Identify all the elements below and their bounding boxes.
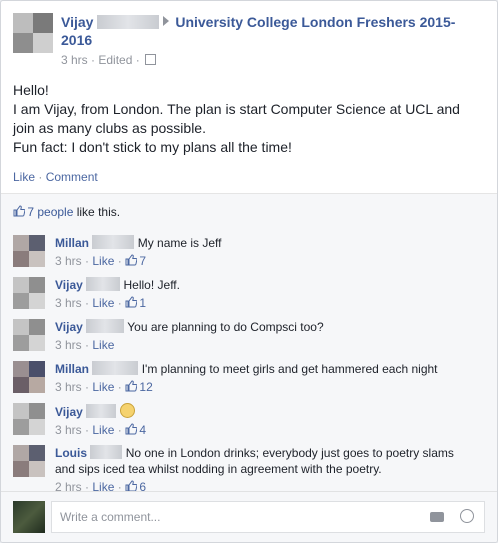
thumbs-up-icon <box>125 380 138 392</box>
comment-time[interactable]: 3 hrs <box>55 338 82 352</box>
post-body: Hello! I am Vijay, from London. The plan… <box>13 81 483 157</box>
header-text: Vijay University College London Freshers… <box>61 13 481 67</box>
blurred-surname <box>97 15 160 29</box>
thumbs-up-icon <box>13 205 26 217</box>
comment-avatar[interactable] <box>13 277 45 309</box>
comment-like-button[interactable]: Like <box>92 380 114 394</box>
blurred-surname <box>92 361 139 375</box>
comment-text: My name is Jeff <box>137 236 222 250</box>
edited-label[interactable]: Edited <box>98 53 132 67</box>
comment-body: Millan I'm planning to meet girls and ge… <box>55 361 475 395</box>
action-sep: · <box>35 170 46 184</box>
post-time[interactable]: 3 hrs <box>61 53 88 67</box>
comment-like-count[interactable]: 4 <box>139 423 146 437</box>
likes-suffix: like this. <box>73 205 121 219</box>
comment-meta: 3 hrs · Like · 12 <box>55 380 153 394</box>
comment-time[interactable]: 3 hrs <box>55 423 82 437</box>
comment-meta: 3 hrs · Like <box>55 338 115 352</box>
comment-avatar[interactable] <box>13 403 45 435</box>
comment-meta: 3 hrs · Like · 1 <box>55 296 147 310</box>
meta-sep: · <box>135 53 140 67</box>
comment-avatar[interactable] <box>13 361 45 393</box>
post-body-line: I am Vijay, from London. The plan is sta… <box>13 101 460 136</box>
blurred-surname <box>86 319 125 333</box>
comment-meta: 3 hrs · Like · 4 <box>55 423 147 437</box>
comment-author[interactable]: Millan <box>55 362 89 376</box>
post-body-line: Hello! <box>13 82 49 98</box>
comment-placeholder: Write a comment... <box>60 510 161 524</box>
likes-bar: 7 people like this. <box>1 193 497 231</box>
camera-icon[interactable] <box>430 512 444 522</box>
blurred-surname <box>90 445 123 459</box>
blurred-surname <box>92 235 135 249</box>
post-actions: Like · Comment <box>13 170 98 184</box>
likers-link[interactable]: 7 people <box>27 205 73 219</box>
post-meta: 3 hrs · Edited · <box>61 53 481 67</box>
like-button[interactable]: Like <box>13 170 35 184</box>
comment-button[interactable]: Comment <box>46 170 98 184</box>
comment-text: I'm planning to meet girls and get hamme… <box>141 362 438 376</box>
post-body-line: Fun fact: I don't stick to my plans all … <box>13 139 292 155</box>
comment-time[interactable]: 3 hrs <box>55 296 82 310</box>
comment-body: Millan My name is Jeff 3 hrs · Like · 7 <box>55 235 475 269</box>
comment-body: Louis No one in London drinks; everybody… <box>55 445 475 495</box>
privacy-icon[interactable] <box>145 54 157 65</box>
comment-like-button[interactable]: Like <box>92 254 114 268</box>
likes-summary: 7 people like this. <box>13 205 120 219</box>
comment-like-button[interactable]: Like <box>92 423 114 437</box>
author-avatar[interactable] <box>13 13 53 53</box>
comment-avatar[interactable] <box>13 445 45 477</box>
comment-author[interactable]: Louis <box>55 446 87 460</box>
comment-like-button[interactable]: Like <box>92 338 114 352</box>
comment-body: Vijay You are planning to do Compsci too… <box>55 319 475 353</box>
arrow-right-icon <box>163 16 170 26</box>
smile-emoji-icon <box>119 403 135 418</box>
comment-like-count[interactable]: 12 <box>139 380 152 394</box>
comment-body: Vijay 3 hrs · Like · 4 <box>55 403 475 438</box>
comment-avatar[interactable] <box>13 235 45 267</box>
post-header: Vijay University College London Freshers… <box>1 1 497 73</box>
comment-body: Vijay Hello! Jeff. 3 hrs · Like · 1 <box>55 277 475 311</box>
comment-time[interactable]: 3 hrs <box>55 254 82 268</box>
comment-text: You are planning to do Compsci too? <box>127 320 324 334</box>
comment-avatar[interactable] <box>13 319 45 351</box>
comment-time[interactable]: 3 hrs <box>55 380 82 394</box>
post-card: Vijay University College London Freshers… <box>0 0 498 543</box>
comment-like-button[interactable]: Like <box>92 296 114 310</box>
comment-meta: 3 hrs · Like · 7 <box>55 254 147 268</box>
comment-composer: Write a comment... <box>1 491 497 542</box>
emoji-icon[interactable] <box>460 509 474 523</box>
meta-sep: · <box>91 53 96 67</box>
comment-author[interactable]: Vijay <box>55 405 83 419</box>
thumbs-up-icon <box>125 480 138 492</box>
comment-author[interactable]: Vijay <box>55 320 83 334</box>
thumbs-up-icon <box>125 296 138 308</box>
viewer-avatar <box>13 501 45 533</box>
comment-input[interactable]: Write a comment... <box>51 501 485 533</box>
comment-author[interactable]: Millan <box>55 236 89 250</box>
thumbs-up-icon <box>125 423 138 435</box>
name-line: Vijay University College London Freshers… <box>61 13 481 49</box>
blurred-surname <box>86 404 117 418</box>
thumbs-up-icon <box>125 254 138 266</box>
comment-like-count[interactable]: 1 <box>139 296 146 310</box>
comment-text: Hello! Jeff. <box>123 278 180 292</box>
blurred-surname <box>86 277 121 291</box>
author-name[interactable]: Vijay <box>61 14 93 30</box>
comment-author[interactable]: Vijay <box>55 278 83 292</box>
comment-like-count[interactable]: 7 <box>139 254 146 268</box>
